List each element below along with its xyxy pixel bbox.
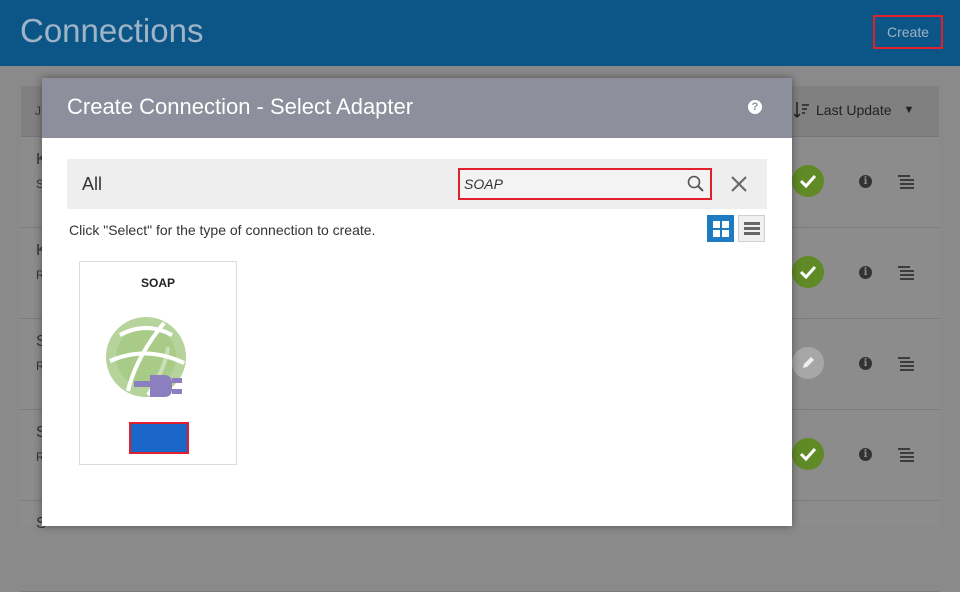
adapter-name: SOAP	[140, 276, 175, 290]
sort-label: Last Update	[816, 102, 892, 118]
sort-dropdown[interactable]: Last Update ▼	[794, 101, 914, 119]
hamburger-menu-icon[interactable]	[898, 266, 914, 280]
globe-plug-icon	[106, 317, 186, 397]
info-icon[interactable]: i	[859, 266, 872, 279]
column-label: J	[35, 104, 41, 118]
status-success-icon	[792, 438, 824, 470]
hamburger-menu-icon[interactable]	[898, 448, 914, 462]
help-icon[interactable]: ?	[748, 100, 762, 114]
search-box[interactable]	[458, 168, 712, 200]
status-success-icon	[792, 165, 824, 197]
adapter-card-soap: SOAP Select	[79, 261, 237, 465]
dialog-header: Create Connection - Select Adapter ?	[42, 78, 792, 138]
create-button[interactable]: Create	[873, 15, 943, 49]
filter-label: All	[82, 174, 103, 194]
create-connection-dialog: Create Connection - Select Adapter ? All…	[42, 78, 792, 526]
search-icon[interactable]	[687, 175, 704, 192]
hamburger-menu-icon[interactable]	[898, 175, 914, 189]
dialog-title: Create Connection - Select Adapter	[67, 94, 414, 119]
select-button[interactable]: Select	[129, 422, 189, 454]
hamburger-menu-icon[interactable]	[898, 357, 914, 371]
top-bar: Connections Create	[0, 0, 960, 66]
pencil-icon	[792, 347, 824, 379]
chevron-down-icon: ▼	[903, 104, 915, 116]
info-icon[interactable]: i	[859, 357, 872, 370]
instructions-text: Click "Select" for the type of connectio…	[69, 222, 376, 238]
grid-view-icon	[712, 220, 729, 237]
page-title: Connections	[20, 12, 204, 49]
search-input[interactable]	[464, 174, 674, 194]
info-icon[interactable]: i	[859, 448, 872, 461]
close-icon[interactable]	[731, 176, 747, 192]
status-success-icon	[792, 256, 824, 288]
filter-bar: All	[67, 159, 767, 209]
list-view-icon	[743, 221, 760, 235]
list-view-button[interactable]	[738, 215, 765, 242]
grid-view-button[interactable]	[707, 215, 734, 242]
info-icon[interactable]: i	[859, 175, 872, 188]
sort-icon	[794, 102, 809, 119]
